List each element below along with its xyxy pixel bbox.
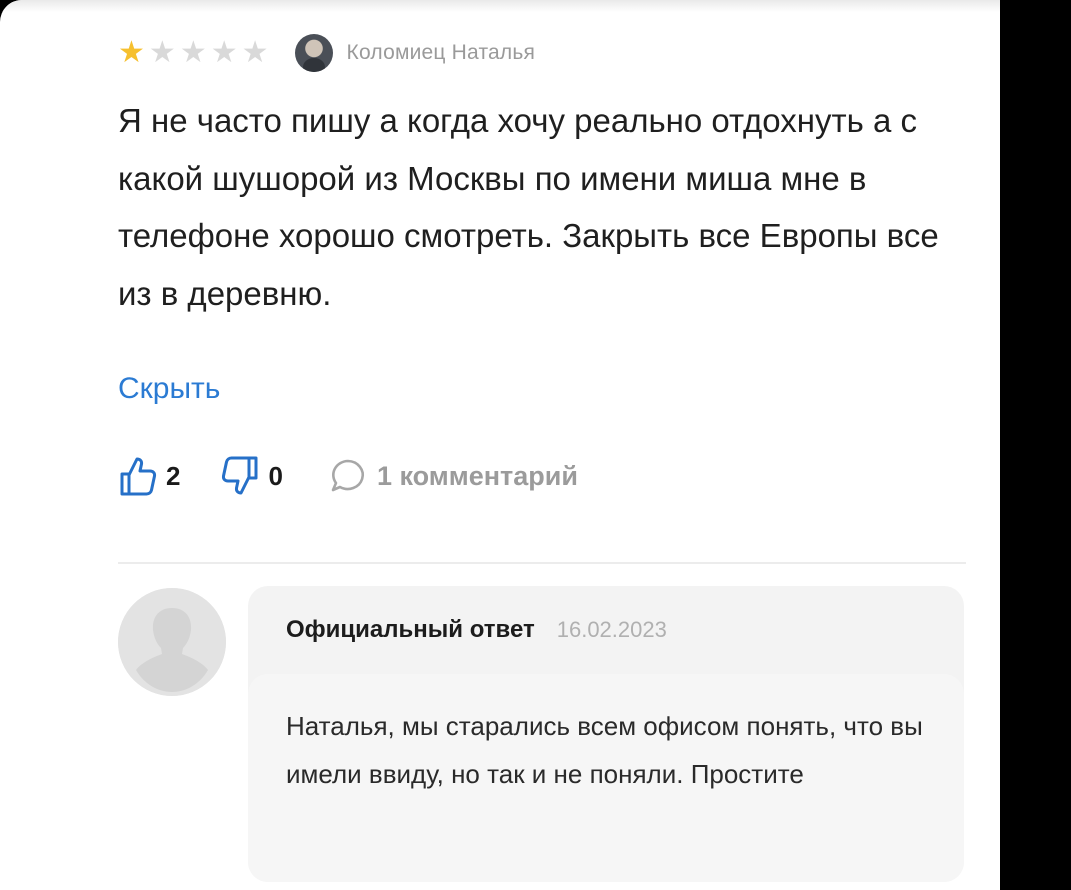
review-text: Я не часто пишу а когда хочу реально отд… [118, 102, 939, 312]
rating-stars: ★ ★ ★ ★ ★ [118, 38, 269, 68]
star-icon: ★ [148, 36, 176, 69]
star-icon: ★ [118, 36, 145, 69]
review-card: ★ ★ ★ ★ ★ Коломиец Наталья Я не часто пи… [0, 0, 1000, 890]
official-reply: Официальный ответ 16.02.2023 Наталья, мы… [248, 586, 964, 882]
dislikes-count: 0 [268, 460, 283, 491]
official-reply-date: 16.02.2023 [556, 617, 667, 642]
author-avatar[interactable] [294, 34, 333, 72]
company-avatar [118, 588, 226, 696]
like-button[interactable]: 2 [118, 454, 180, 498]
comments-count: 1 комментарий [376, 460, 578, 491]
user-placeholder-icon [118, 588, 226, 696]
like-icon [120, 457, 157, 496]
official-reply-header: Официальный ответ 16.02.2023 [286, 616, 667, 644]
comments-button[interactable]: 1 комментарий [329, 457, 578, 495]
star-icon: ★ [210, 36, 238, 69]
hide-link[interactable]: Скрыть [118, 372, 220, 406]
star-icon: ★ [179, 36, 207, 69]
dislike-icon [222, 456, 258, 495]
likes-count: 2 [166, 460, 181, 491]
comment-icon [331, 459, 364, 492]
review-actions: 2 0 1 комментарий [118, 450, 618, 502]
official-reply-text: Наталья, мы старались всем офисом понять… [286, 711, 923, 789]
official-reply-title: Официальный ответ [286, 616, 535, 643]
review-header: ★ ★ ★ ★ ★ Коломиец Наталья [118, 34, 535, 72]
star-icon: ★ [241, 36, 269, 69]
divider [118, 562, 966, 564]
author-name[interactable]: Коломиец Наталья [347, 41, 536, 65]
dislike-button[interactable]: 0 [220, 454, 283, 498]
top-strip [0, 0, 1000, 12]
